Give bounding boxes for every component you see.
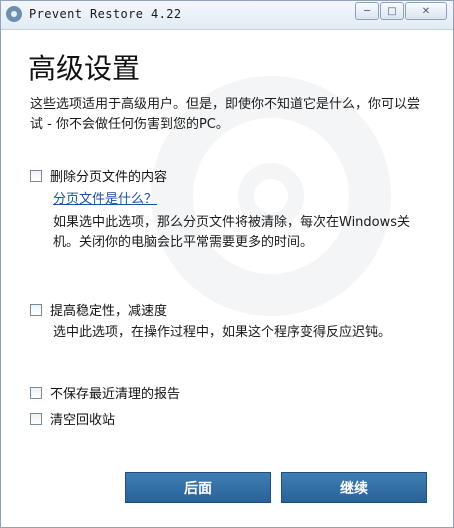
page-title: 高级设置: [28, 52, 141, 85]
close-icon: ✕: [421, 5, 431, 17]
maximize-icon: □: [387, 5, 397, 17]
no-save-report-option[interactable]: 不保存最近清理的报告: [30, 383, 180, 402]
window-title: Prevent Restore 4.22: [29, 7, 182, 21]
close-button[interactable]: ✕: [405, 2, 447, 20]
empty-recycle-bin-checkbox[interactable]: [30, 412, 42, 425]
improve-stability-checkbox[interactable]: [30, 303, 42, 316]
no-save-report-label: 不保存最近清理的报告: [50, 387, 181, 402]
improve-stability-description: 选中此选项，在操作过程中，如果这个程序变得反应迟钝。: [53, 325, 392, 340]
title-bar: Prevent Restore 4.22 ─ □ ✕: [1, 1, 453, 30]
back-button[interactable]: 后面: [125, 472, 271, 503]
window-controls: ─ □ ✕: [355, 2, 447, 20]
delete-pagefile-checkbox[interactable]: [30, 169, 42, 182]
minimize-icon: ─: [363, 5, 371, 17]
app-window: Prevent Restore 4.22 ─ □ ✕ 高级设置 这些选项适用于高…: [0, 0, 454, 528]
empty-recycle-bin-option[interactable]: 清空回收站: [30, 409, 115, 428]
continue-button[interactable]: 继续: [281, 472, 427, 503]
app-logo-icon: [6, 6, 22, 22]
improve-stability-label: 提高稳定性，减速度: [50, 304, 168, 319]
delete-pagefile-description: 如果选中此选项，那么分页文件将被清除，每次在Windows关机。关闭你的电脑会比…: [53, 215, 411, 250]
what-is-pagefile-link[interactable]: 分页文件是什么？: [53, 188, 157, 207]
minimize-button[interactable]: ─: [355, 2, 379, 20]
intro-text: 这些选项适用于高级用户。但是，即使你不知道它是什么，你可以尝试 - 你不会做任何…: [30, 97, 421, 132]
empty-recycle-bin-label: 清空回收站: [50, 413, 116, 428]
improve-stability-option[interactable]: 提高稳定性，减速度: [30, 300, 167, 319]
delete-pagefile-label: 删除分页文件的内容: [50, 170, 168, 185]
maximize-button[interactable]: □: [380, 2, 404, 20]
delete-pagefile-option[interactable]: 删除分页文件的内容: [30, 166, 167, 185]
no-save-report-checkbox[interactable]: [30, 386, 42, 399]
